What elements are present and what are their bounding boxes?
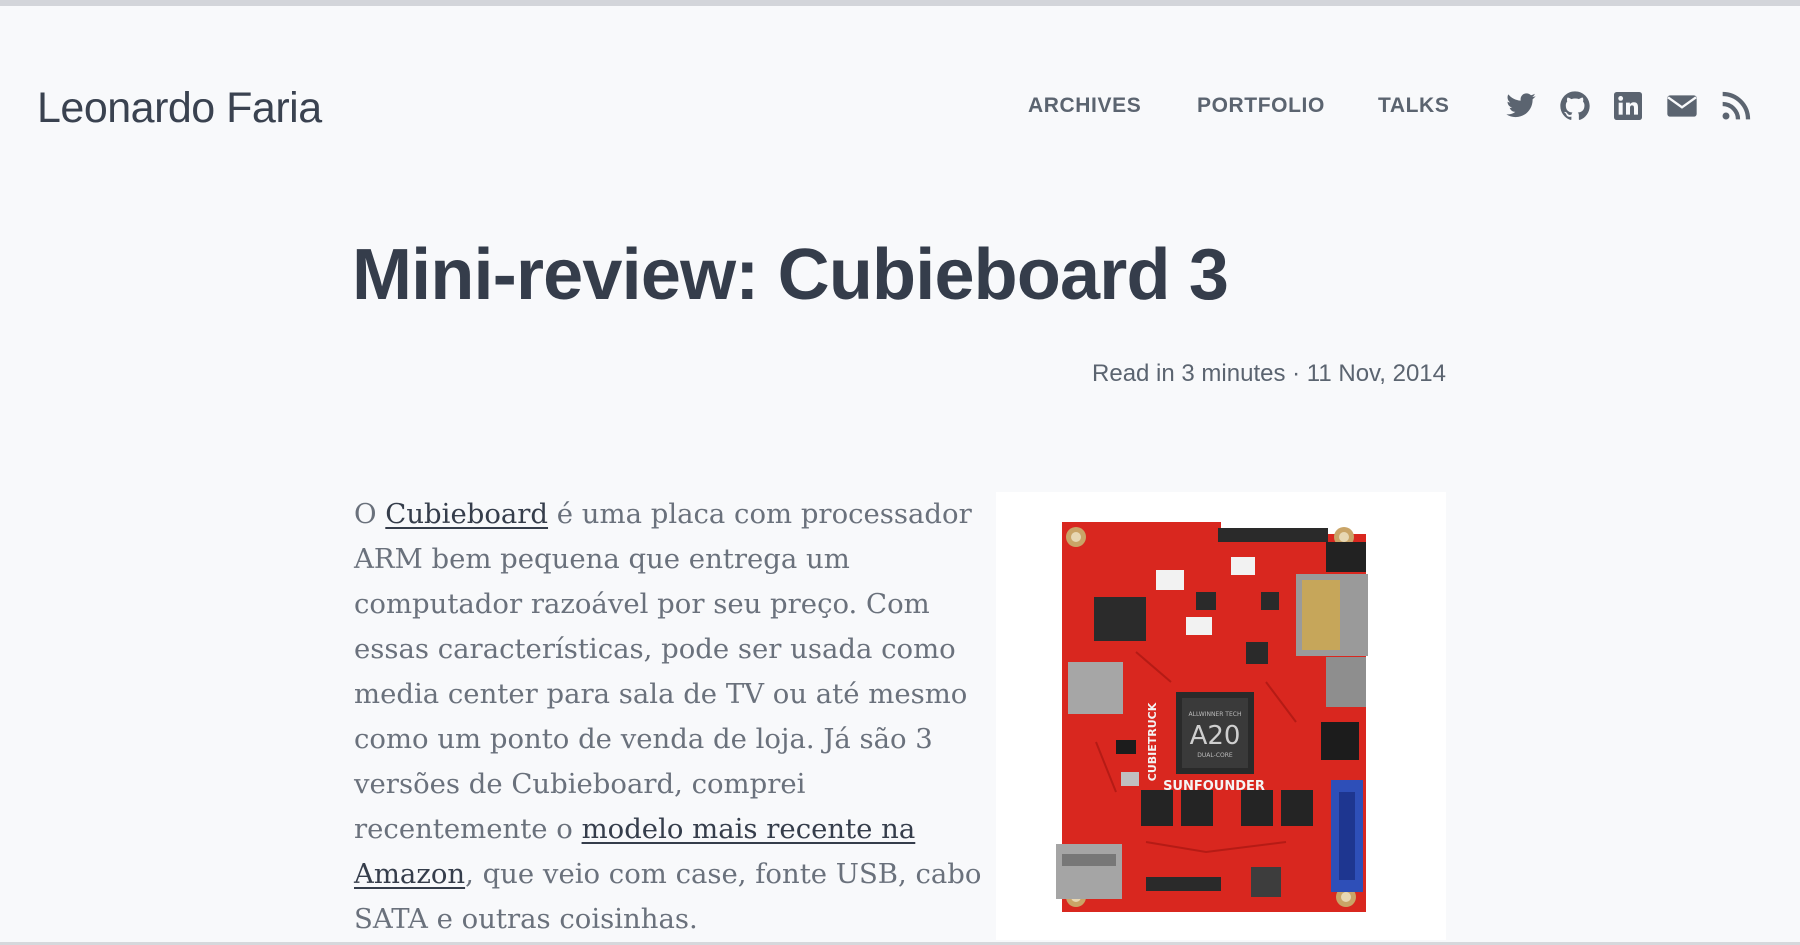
chip-model: A20	[1190, 721, 1241, 751]
nav-portfolio[interactable]: PORTFOLIO	[1197, 92, 1325, 120]
twitter-icon[interactable]	[1505, 90, 1537, 122]
mail-icon[interactable]	[1666, 90, 1698, 122]
post-meta: Read in 3 minutes · 11 Nov, 2014	[1092, 360, 1446, 387]
paragraph-text: é uma placa com processador ARM bem pequ…	[354, 498, 972, 845]
paragraph-text: O	[354, 498, 386, 530]
side-label: CUBIETRUCK	[1146, 702, 1159, 781]
chip-brand: ALLWINNER TECH	[1189, 711, 1242, 718]
chip-sub: DUAL-CORE	[1197, 752, 1233, 759]
cubieboard-image: ALLWINNER TECH A20 DUAL-CORE SUNFOUNDER …	[996, 492, 1446, 940]
nav-talks[interactable]: TALKS	[1378, 92, 1449, 120]
rss-icon[interactable]	[1720, 90, 1752, 122]
post-paragraph: O Cubieboard é uma placa com processador…	[354, 492, 1004, 942]
top-border	[0, 0, 1800, 6]
cubieboard-link[interactable]: Cubieboard	[385, 498, 548, 530]
linkedin-icon[interactable]	[1612, 90, 1644, 122]
post-title: Mini-review: Cubieboard 3	[352, 235, 1229, 315]
github-icon[interactable]	[1559, 90, 1591, 122]
site-title-link[interactable]: Leonardo Faria	[37, 78, 322, 138]
nav-archives[interactable]: ARCHIVES	[1028, 92, 1141, 120]
